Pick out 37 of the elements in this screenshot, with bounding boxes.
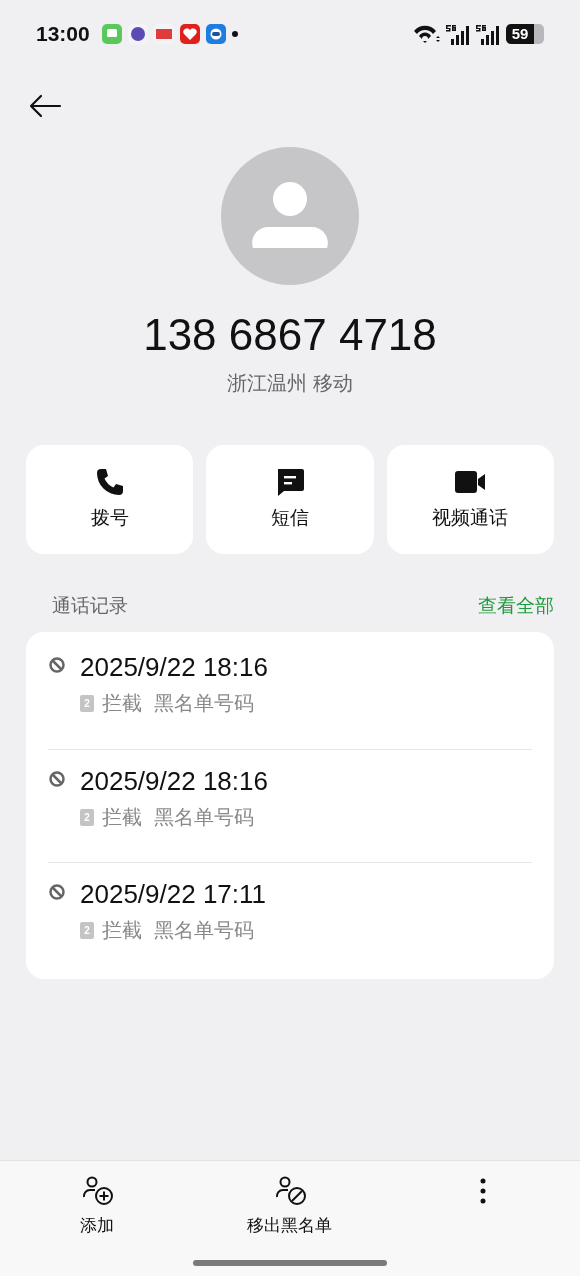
caller-location: 浙江温州 移动 — [227, 371, 353, 396]
avatar-placeholder-icon — [221, 147, 359, 285]
battery-indicator: 59 — [506, 24, 544, 44]
sim-card-badge: 2 — [80, 921, 94, 939]
notification-dot-icon — [231, 31, 238, 37]
phone-number: 138 6867 4718 — [142, 309, 438, 361]
call-note: 黑名单号码 — [154, 918, 254, 943]
chat-app-icon — [101, 24, 122, 44]
call-note: 黑名单号码 — [154, 805, 254, 830]
action-button[interactable]: 拨号 — [26, 445, 194, 554]
call-status: 拦截 — [102, 918, 142, 943]
blocked-icon — [48, 656, 66, 674]
clock-time: 13:00 — [36, 21, 90, 48]
call-status: 拦截 — [102, 805, 142, 830]
person-blocked-icon — [274, 1175, 306, 1207]
section-title: 通话记录 — [52, 593, 128, 618]
call-datetime: 2025/9/22 17:11 — [80, 878, 267, 911]
blocked-icon — [48, 770, 66, 788]
blocked-icon — [48, 883, 66, 901]
sim-card-badge: 2 — [80, 694, 94, 712]
cellular-signal-icon — [476, 23, 500, 45]
cellular-signal-icon — [446, 23, 470, 45]
toolbar-button[interactable]: 移出黑名单 — [193, 1161, 387, 1247]
action-button[interactable]: 短信 — [206, 445, 374, 554]
call-datetime: 2025/9/22 18:16 — [80, 651, 268, 684]
add-contact-icon — [80, 1175, 113, 1207]
call-status: 拦截 — [102, 691, 142, 716]
robot-app-icon — [205, 24, 226, 44]
action-button[interactable]: 视频通话 — [386, 445, 554, 554]
wifi-icon — [412, 23, 440, 45]
sim-card-badge: 2 — [80, 808, 94, 826]
call-datetime: 2025/9/22 18:16 — [80, 765, 268, 798]
toolbar-button[interactable]: 添加 — [0, 1161, 194, 1247]
call-note: 黑名单号码 — [154, 691, 254, 716]
back-arrow-icon — [28, 93, 62, 119]
home-indicator[interactable] — [193, 1260, 387, 1266]
heart-app-icon — [179, 24, 200, 44]
